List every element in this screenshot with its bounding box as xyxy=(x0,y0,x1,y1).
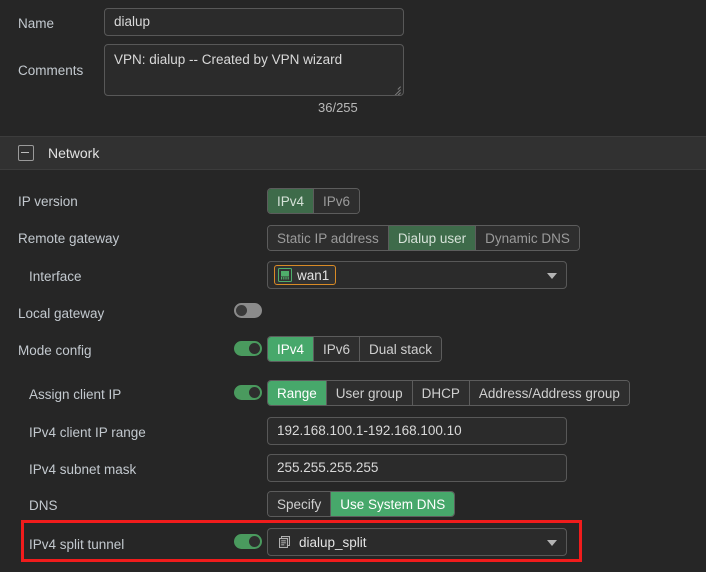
minus-square-icon[interactable] xyxy=(18,145,34,161)
split-tunnel-control: dialup_split xyxy=(267,528,567,556)
mode-config-option-ipv6[interactable]: IPv6 xyxy=(314,337,361,361)
network-section-header[interactable]: Network xyxy=(0,136,706,170)
remote-gateway-option-dialup-user[interactable]: Dialup user xyxy=(388,226,477,250)
assign-client-ip-option-dhcp[interactable]: DHCP xyxy=(412,381,470,405)
interface-chip[interactable]: wan1 xyxy=(274,265,337,285)
mode-config-label: Mode config xyxy=(18,342,92,358)
ip-version-option-ipv6[interactable]: IPv6 xyxy=(314,189,360,213)
assign-client-ip-toggle[interactable] xyxy=(234,385,262,400)
mode-config-option-dual-stack[interactable]: Dual stack xyxy=(360,337,442,361)
mode-config-control: IPv4 IPv6 Dual stack xyxy=(267,336,443,362)
subnet-mask-control: 255.255.255.255 xyxy=(267,454,567,482)
ip-version-label: IP version xyxy=(18,193,78,209)
ip-version-control: IPv4 IPv6 xyxy=(267,188,361,214)
comments-char-counter: 36/255 xyxy=(318,100,358,115)
local-gateway-row: Local gateway xyxy=(0,300,706,326)
ip-version-option-ipv4[interactable]: IPv4 xyxy=(268,189,315,213)
interface-chip-label: wan1 xyxy=(297,267,330,283)
interface-control: wan1 xyxy=(267,261,567,289)
interface-select[interactable]: wan1 xyxy=(267,261,567,289)
interface-label: Interface xyxy=(29,268,82,284)
subnet-mask-input[interactable]: 255.255.255.255 xyxy=(267,454,567,482)
client-ip-range-label: IPv4 client IP range xyxy=(29,424,146,440)
assign-client-ip-option-address-group[interactable]: Address/Address group xyxy=(469,381,629,405)
dns-control: Specify Use System DNS xyxy=(267,491,456,517)
resize-grip-icon[interactable] xyxy=(390,82,401,95)
dns-label: DNS xyxy=(29,497,58,513)
mode-config-toggle[interactable] xyxy=(234,341,262,356)
local-gateway-toggle[interactable] xyxy=(234,303,262,318)
remote-gateway-control: Static IP address Dialup user Dynamic DN… xyxy=(267,225,580,251)
local-gateway-label: Local gateway xyxy=(18,305,105,321)
assign-client-ip-toggle-wrap xyxy=(234,385,262,400)
client-ip-range-input[interactable]: 192.168.100.1-192.168.100.10 xyxy=(267,417,567,445)
comments-textarea[interactable]: VPN: dialup -- Created by VPN wizard xyxy=(104,44,404,96)
assign-client-ip-segmented[interactable]: Range User group DHCP Address/Address gr… xyxy=(267,380,630,406)
name-label: Name xyxy=(18,15,55,31)
remote-gateway-label: Remote gateway xyxy=(18,230,120,246)
split-tunnel-value-wrap: dialup_split xyxy=(274,535,367,550)
network-interface-icon xyxy=(278,268,292,282)
assign-client-ip-label: Assign client IP xyxy=(29,386,122,402)
ip-version-segmented[interactable]: IPv4 IPv6 xyxy=(267,188,361,214)
subnet-mask-label: IPv4 subnet mask xyxy=(29,461,137,477)
local-gateway-control xyxy=(234,303,262,318)
comments-field-wrap: VPN: dialup -- Created by VPN wizard 36/… xyxy=(104,44,404,115)
mode-config-toggle-wrap xyxy=(234,341,262,356)
network-section-title: Network xyxy=(48,145,100,161)
comments-textarea-value: VPN: dialup -- Created by VPN wizard xyxy=(114,52,343,67)
address-group-icon xyxy=(279,535,290,548)
assign-client-ip-control: Range User group DHCP Address/Address gr… xyxy=(267,380,630,406)
dns-segmented[interactable]: Specify Use System DNS xyxy=(267,491,456,517)
split-tunnel-toggle-wrap xyxy=(234,534,262,549)
split-tunnel-value: dialup_split xyxy=(299,534,367,550)
mode-config-segmented[interactable]: IPv4 IPv6 Dual stack xyxy=(267,336,443,362)
dns-option-use-system-dns[interactable]: Use System DNS xyxy=(331,492,455,516)
split-tunnel-select[interactable]: dialup_split xyxy=(267,528,567,556)
client-ip-range-control: 192.168.100.1-192.168.100.10 xyxy=(267,417,567,445)
name-input[interactable]: dialup xyxy=(104,8,404,36)
dns-option-specify[interactable]: Specify xyxy=(268,492,332,516)
remote-gateway-segmented[interactable]: Static IP address Dialup user Dynamic DN… xyxy=(267,225,580,251)
comments-label: Comments xyxy=(18,62,84,78)
chevron-down-icon[interactable] xyxy=(547,273,557,279)
assign-client-ip-option-range[interactable]: Range xyxy=(268,381,327,405)
remote-gateway-option-dynamic-dns[interactable]: Dynamic DNS xyxy=(476,226,579,250)
split-tunnel-label: IPv4 split tunnel xyxy=(29,536,125,552)
remote-gateway-option-static-ip[interactable]: Static IP address xyxy=(268,226,389,250)
mode-config-option-ipv4[interactable]: IPv4 xyxy=(268,337,315,361)
assign-client-ip-option-user-group[interactable]: User group xyxy=(326,381,413,405)
name-field-wrap: dialup xyxy=(104,8,404,36)
split-tunnel-toggle[interactable] xyxy=(234,534,262,549)
chevron-down-icon[interactable] xyxy=(547,540,557,546)
